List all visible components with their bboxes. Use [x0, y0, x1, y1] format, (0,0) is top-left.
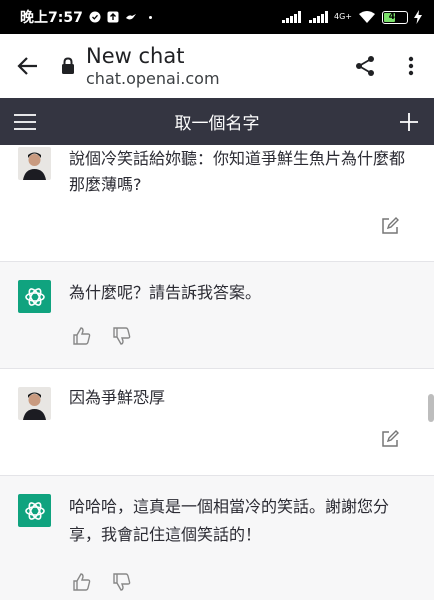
- battery-level: 46: [388, 12, 402, 22]
- user-avatar: [18, 147, 51, 180]
- share-button[interactable]: [342, 34, 388, 98]
- arrow-left-icon: [17, 57, 37, 75]
- thumbs-up-icon[interactable]: [72, 572, 92, 592]
- charging-icon: [414, 10, 422, 24]
- user-avatar: [18, 387, 51, 420]
- thumbs-down-icon[interactable]: [112, 326, 132, 346]
- signal-2-icon: [309, 11, 328, 23]
- more-vertical-icon: [408, 56, 414, 76]
- assistant-message: 哈哈哈，這真是一個相當冷的笑話。謝謝您分享，我會記住這個笑話的！: [0, 476, 434, 600]
- page-title: New chat: [86, 43, 185, 68]
- message-text: 因為爭鮮恐厚: [69, 388, 166, 407]
- upload-box-icon: [107, 11, 119, 23]
- edit-icon[interactable]: [380, 216, 400, 236]
- signal-icon: [282, 11, 301, 23]
- chat-header: 取一個名字: [0, 98, 434, 145]
- status-time: 晚上7:57: [20, 10, 83, 26]
- chatgpt-avatar: [18, 494, 51, 527]
- browser-toolbar: New chat chat.openai.com: [0, 34, 434, 98]
- chat-title: 取一個名字: [174, 114, 260, 134]
- plus-icon: [400, 112, 418, 131]
- back-button[interactable]: [0, 34, 56, 98]
- status-bar: 晚上7:57 4G+ 46: [0, 0, 434, 34]
- thumbs-up-icon[interactable]: [72, 326, 92, 346]
- message-feed: 說個冷笑話給妳聽：你知道爭鮮生魚片為什麼都那麼薄嗎? 為什麼呢？請告訴我答案。 …: [0, 145, 434, 600]
- openai-logo-icon: [24, 287, 45, 306]
- network-type: 4G+: [334, 12, 352, 21]
- edit-icon[interactable]: [380, 429, 400, 449]
- message-text: 說個冷笑話給妳聽：你知道爭鮮生魚片為什麼都那麼薄嗎?: [69, 149, 406, 194]
- more-options-button[interactable]: [388, 34, 434, 98]
- new-chat-button[interactable]: [384, 98, 434, 145]
- address-bar[interactable]: New chat chat.openai.com: [56, 44, 342, 89]
- page-url: chat.openai.com: [86, 68, 220, 88]
- user-message: 因為爭鮮恐厚: [0, 369, 434, 476]
- chatgpt-avatar: [18, 280, 51, 313]
- openai-logo-icon: [24, 501, 45, 520]
- cloud-check-icon: [89, 11, 101, 23]
- lock-icon: [62, 57, 74, 74]
- bird-icon: [125, 14, 136, 20]
- menu-button[interactable]: [0, 98, 50, 145]
- dot-icon: [148, 15, 152, 19]
- thumbs-down-icon[interactable]: [112, 572, 132, 592]
- hamburger-menu-icon: [14, 113, 36, 130]
- battery-icon: 46: [382, 10, 408, 24]
- message-text: 哈哈哈，這真是一個相當冷的笑話。謝謝您分享，我會記住這個笑話的！: [69, 497, 390, 544]
- assistant-message: 為什麼呢？請告訴我答案。: [0, 262, 434, 369]
- user-message: 說個冷笑話給妳聽：你知道爭鮮生魚片為什麼都那麼薄嗎?: [0, 145, 434, 262]
- scrollbar-thumb[interactable]: [428, 394, 434, 422]
- share-icon: [356, 56, 374, 76]
- wifi-icon: [359, 11, 375, 23]
- message-text: 為什麼呢？請告訴我答案。: [69, 283, 262, 302]
